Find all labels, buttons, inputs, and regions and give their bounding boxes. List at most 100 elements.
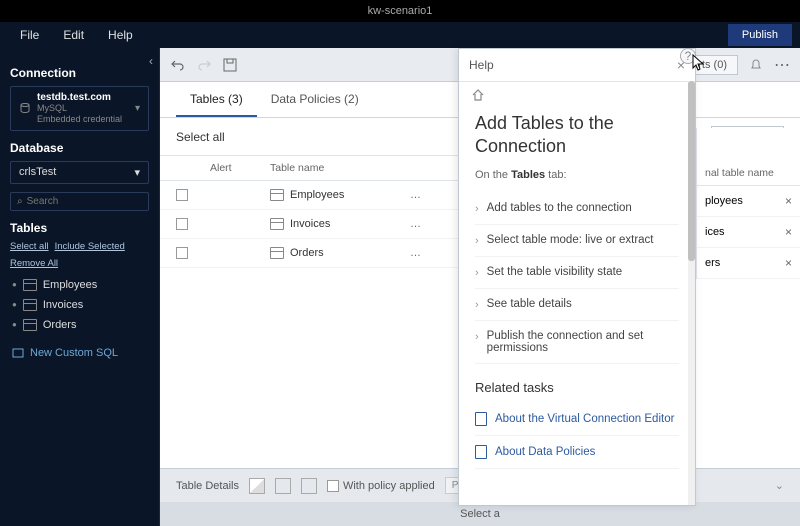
row-checkbox[interactable] xyxy=(176,247,188,259)
help-link-label: About Data Policies xyxy=(495,446,595,458)
chevron-right-icon: › xyxy=(475,267,479,279)
help-item[interactable]: ›Publish the connection and set permissi… xyxy=(475,321,679,364)
row-name: Invoices xyxy=(290,218,330,230)
help-item[interactable]: › Add tables to the connection xyxy=(475,193,679,225)
search-icon: ⌕ xyxy=(17,196,23,207)
home-icon[interactable] xyxy=(459,82,695,108)
row-checkbox[interactable] xyxy=(176,189,188,201)
scrollbar[interactable] xyxy=(688,81,695,505)
collapse-sidebar-icon[interactable]: ‹ xyxy=(149,54,153,68)
tables-label: Tables xyxy=(10,221,149,235)
help-item-label: Publish the connection and set permissio… xyxy=(487,330,679,354)
chevron-right-icon: › xyxy=(475,299,479,311)
expand-icon[interactable]: ⌄ xyxy=(775,479,784,492)
help-item-label: Add tables to the connection xyxy=(487,202,632,214)
view-icon-3[interactable] xyxy=(301,478,317,494)
remove-row-icon[interactable]: × xyxy=(785,225,792,239)
database-label: Database xyxy=(10,141,149,155)
publish-button[interactable]: Publish xyxy=(728,24,792,46)
sidebar-item-employees[interactable]: ●Employees xyxy=(10,275,149,295)
policy-checkbox[interactable]: With policy applied xyxy=(327,480,435,492)
redo-icon xyxy=(196,57,212,73)
left-sidebar: ‹ Connection testdb.test.com MySQL Embed… xyxy=(0,48,160,526)
sql-icon xyxy=(12,347,24,359)
row-name: Orders xyxy=(290,247,324,259)
menu-bar: File Edit Help Publish xyxy=(0,22,800,48)
row-checkbox[interactable] xyxy=(176,218,188,230)
chevron-right-icon: › xyxy=(475,235,479,247)
tab-tables[interactable]: Tables (3) xyxy=(176,82,257,117)
row-menu-icon[interactable]: … xyxy=(410,218,464,230)
connection-label: Connection xyxy=(10,66,149,80)
orig-name-column: nal table name ployees × ices × ers × xyxy=(696,128,800,279)
sidebar-item-orders[interactable]: ●Orders xyxy=(10,315,149,335)
menu-help[interactable]: Help xyxy=(96,24,145,46)
help-item[interactable]: › Select table mode: live or extract xyxy=(475,225,679,257)
document-icon xyxy=(475,445,487,459)
connection-name: testdb.test.com xyxy=(37,92,129,103)
help-item-label: Select table mode: live or extract xyxy=(487,234,654,246)
help-subtitle: On the Tables tab: xyxy=(475,169,679,181)
save-icon[interactable] xyxy=(222,57,238,73)
table-icon xyxy=(270,189,284,201)
table-details-label: Table Details xyxy=(176,480,239,492)
help-panel: Help × Add Tables to the Connection On t… xyxy=(458,48,696,506)
remove-row-icon[interactable]: × xyxy=(785,256,792,270)
more-icon[interactable]: ⋯ xyxy=(774,57,790,73)
policy-label: With policy applied xyxy=(343,480,435,492)
scrollbar-thumb[interactable] xyxy=(688,81,695,261)
window-title: kw-scenario1 xyxy=(0,0,800,22)
sidebar-item-label: Invoices xyxy=(43,299,83,311)
document-icon xyxy=(475,412,487,426)
remove-row-icon[interactable]: × xyxy=(785,194,792,208)
col-name: Table name xyxy=(270,162,410,174)
remove-all-link[interactable]: Remove All xyxy=(10,258,58,269)
row-menu-icon[interactable]: … xyxy=(410,247,464,259)
menu-file[interactable]: File xyxy=(8,24,51,46)
help-item-label: See table details xyxy=(487,298,572,310)
table-icon xyxy=(23,279,37,291)
include-selected-link[interactable]: Include Selected xyxy=(55,241,125,252)
menu-edit[interactable]: Edit xyxy=(51,24,96,46)
undo-icon[interactable] xyxy=(170,57,186,73)
sidebar-item-label: Orders xyxy=(43,319,77,331)
help-link[interactable]: About Data Policies xyxy=(475,436,679,469)
bell-icon[interactable] xyxy=(748,57,764,73)
tab-data-policies[interactable]: Data Policies (2) xyxy=(257,82,373,117)
help-item-label: Set the table visibility state xyxy=(487,266,623,278)
connection-selector[interactable]: testdb.test.com MySQL Embedded credentia… xyxy=(10,86,149,131)
help-link[interactable]: About the Virtual Connection Editor xyxy=(475,403,679,436)
view-icon-2[interactable] xyxy=(275,478,291,494)
table-actions: Select all Include Selected Remove All xyxy=(10,241,149,269)
row-name: Employees xyxy=(290,189,344,201)
help-title: Add Tables to the Connection xyxy=(475,112,679,159)
help-item[interactable]: › See table details xyxy=(475,289,679,321)
search-box[interactable]: ⌕ xyxy=(10,192,149,211)
orig-name: ers xyxy=(705,257,720,269)
table-icon xyxy=(23,299,37,311)
new-custom-sql[interactable]: New Custom SQL xyxy=(10,343,149,363)
chevron-down-icon: ▾ xyxy=(135,103,140,114)
database-icon xyxy=(19,102,31,114)
select-all-link[interactable]: Select all xyxy=(10,241,49,252)
chevron-down-icon: ▾ xyxy=(134,166,140,179)
sidebar-item-label: Employees xyxy=(43,279,97,291)
orig-name: ices xyxy=(705,226,725,238)
help-icon[interactable]: ? xyxy=(680,48,696,64)
custom-sql-label: New Custom SQL xyxy=(30,347,118,359)
view-icon-1[interactable] xyxy=(249,478,265,494)
table-icon xyxy=(270,218,284,230)
sidebar-item-invoices[interactable]: ●Invoices xyxy=(10,295,149,315)
search-input[interactable] xyxy=(27,196,142,207)
col-orig-name: nal table name xyxy=(697,161,800,186)
chevron-right-icon: › xyxy=(475,203,479,215)
help-header: Help xyxy=(469,58,494,72)
connection-cred: Embedded credential xyxy=(37,114,129,125)
database-value: crlsTest xyxy=(19,166,56,178)
help-item[interactable]: › Set the table visibility state xyxy=(475,257,679,289)
row-menu-icon[interactable]: … xyxy=(410,189,464,201)
database-selector[interactable]: crlsTest ▾ xyxy=(10,161,149,184)
col-alert: Alert xyxy=(210,162,270,174)
orig-name: ployees xyxy=(705,195,743,207)
related-tasks-label: Related tasks xyxy=(475,380,679,395)
